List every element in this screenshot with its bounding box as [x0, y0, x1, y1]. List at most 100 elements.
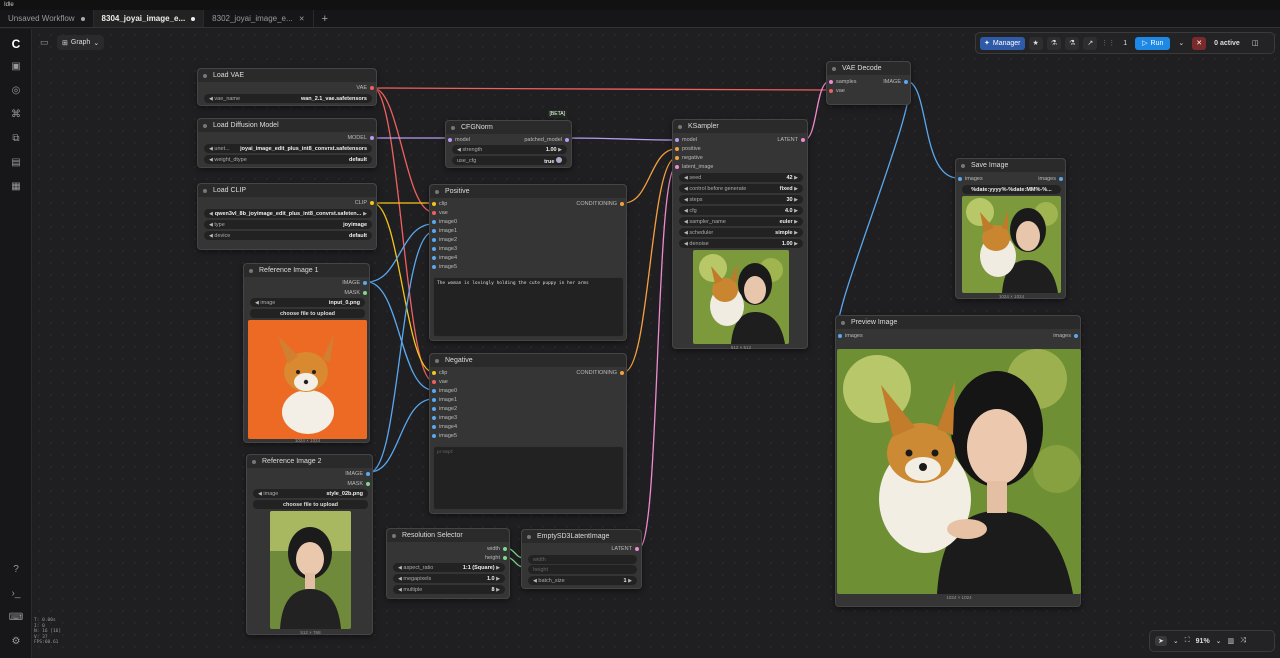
run-options-chevron-icon[interactable]: ⌄	[1174, 37, 1188, 50]
drag-handle-icon[interactable]: ⋮⋮	[1101, 39, 1115, 47]
output-height[interactable]: height	[485, 555, 507, 561]
steps-input[interactable]: ◀ steps 30 ▶	[679, 195, 803, 204]
node-preview-image[interactable]: Preview Image images images 1024 × 1024	[835, 315, 1081, 607]
input-image0[interactable]: image0	[432, 219, 457, 225]
input-clip[interactable]: clip	[432, 201, 447, 207]
node-collapse-icon[interactable]	[678, 124, 682, 129]
unet-name-select[interactable]: ◀ unet... joyai_image_edit_plus_int8_conv…	[204, 144, 372, 153]
cancel-run-icon[interactable]: ✕	[1192, 36, 1207, 50]
node-collapse-icon[interactable]	[435, 358, 439, 363]
node-load-clip[interactable]: Load CLIP CLIP ◀ qwen3vl_8b_joyimage_edit…	[197, 183, 377, 250]
output-mask[interactable]: MASK	[347, 481, 370, 487]
output-conditioning[interactable]: CONDITIONING	[576, 201, 624, 207]
right-panel-icon[interactable]: ◫	[1248, 37, 1263, 50]
vae-name-select[interactable]: ◀ vae_name wan_2.1_vae.safetensors	[204, 94, 372, 103]
node-collapse-icon[interactable]	[392, 533, 396, 538]
input-samples[interactable]: samples	[829, 79, 856, 85]
use-cfg-toggle[interactable]: use_cfg true	[452, 156, 567, 165]
output-clip[interactable]: CLIP	[355, 200, 374, 206]
filename-prefix-input[interactable]: %date:yyyy%-%date:MM%-%...	[962, 185, 1061, 194]
multiple-input[interactable]: ◀ multiple 8 ▶	[393, 585, 505, 594]
input-vae[interactable]: vae	[829, 88, 845, 94]
queue-icon[interactable]: ▤	[8, 155, 24, 169]
node-collapse-icon[interactable]	[252, 459, 256, 464]
node-collapse-icon[interactable]	[203, 188, 207, 193]
node-collapse-icon[interactable]	[203, 73, 207, 78]
output-image[interactable]: IMAGE	[342, 280, 367, 286]
output-model[interactable]: MODEL	[347, 135, 374, 141]
manager-button[interactable]: ✦ Manager	[980, 36, 1025, 50]
queue-count-input[interactable]: 1	[1119, 37, 1131, 50]
input-negative[interactable]: negative	[675, 155, 703, 161]
seed-input[interactable]: ◀ seed 42 ▶	[679, 173, 803, 182]
terminal-icon[interactable]: ›_	[8, 586, 24, 600]
active-queue-label[interactable]: 0 active	[1210, 37, 1244, 50]
panel-toggle-icon[interactable]: ▭	[40, 37, 49, 48]
new-tab-icon[interactable]: +	[314, 10, 336, 27]
input-vae[interactable]: vae	[432, 379, 448, 385]
clip-device-select[interactable]: ◀ device default	[204, 231, 372, 240]
node-resolution-selector[interactable]: Resolution Selector width height ◀ aspec…	[386, 528, 510, 599]
node-negative-prompt[interactable]: Negative clip vae image0 image1 image2 i…	[429, 353, 627, 514]
output-images[interactable]: images	[1038, 176, 1063, 182]
input-image4[interactable]: image4	[432, 424, 457, 430]
share-icon[interactable]: ↗	[1083, 36, 1098, 50]
node-collapse-icon[interactable]	[203, 123, 207, 128]
upload-button[interactable]: choose file to upload	[253, 500, 368, 509]
prompt-textarea[interactable]: The woman is lovingly holding the cute p…	[433, 277, 624, 337]
graph-mode-button[interactable]: ⊞ Graph ⌄	[57, 35, 105, 50]
batch-size-input[interactable]: ◀ batch_size 1 ▶	[528, 576, 637, 585]
images-icon[interactable]: ▣	[8, 59, 24, 73]
control-before-generate-select[interactable]: ◀ control before generate fixed ▶	[679, 184, 803, 193]
input-vae[interactable]: vae	[432, 210, 448, 216]
aspect-ratio-select[interactable]: ◀ aspect_ratio 1:1 (Square) ▶	[393, 563, 505, 572]
fit-view-icon[interactable]: ⛶	[1185, 637, 1190, 645]
node-load-diffusion-model[interactable]: Load Diffusion Model MODEL ◀ unet... joya…	[197, 118, 377, 168]
templates-icon[interactable]: ▦	[8, 179, 24, 193]
comfy-logo-icon[interactable]: C	[8, 37, 24, 51]
input-model[interactable]: model	[675, 137, 697, 143]
scheduler-select[interactable]: ◀ scheduler simple ▶	[679, 228, 803, 237]
input-image2[interactable]: image2	[432, 406, 457, 412]
sampler-name-select[interactable]: ◀ sampler_name euler ▶	[679, 217, 803, 226]
weight-dtype-select[interactable]: ◀ weight_dtype default	[204, 155, 372, 164]
upload-button[interactable]: choose file to upload	[250, 309, 365, 318]
input-image3[interactable]: image3	[432, 246, 457, 252]
chevron-down-icon[interactable]: ⌄	[1173, 637, 1179, 645]
output-images[interactable]: images	[1053, 333, 1078, 339]
star-icon[interactable]: ★	[1028, 36, 1043, 50]
flask-alt-icon[interactable]: ⚗	[1065, 36, 1080, 50]
flask-icon[interactable]: ⚗	[1046, 36, 1062, 50]
output-vae[interactable]: VAE	[356, 85, 374, 91]
input-image2[interactable]: image2	[432, 237, 457, 243]
node-vae-decode[interactable]: VAE Decode samples vae IMAGE	[826, 61, 911, 105]
clip-name-select[interactable]: ◀ qwen3vl_8b_joyimage_edit_plus_int8_conv…	[204, 209, 372, 218]
node-collapse-icon[interactable]	[527, 534, 531, 539]
node-collapse-icon[interactable]	[961, 163, 965, 168]
node-collapse-icon[interactable]	[249, 268, 253, 273]
node-reference-image-1[interactable]: Reference Image 1 IMAGE MASK ◀ image inpu…	[243, 263, 370, 443]
close-icon[interactable]: ✕	[299, 15, 305, 23]
input-image0[interactable]: image0	[432, 388, 457, 394]
node-cfgnorm[interactable]: CFGNorm [BETA] model patched_model ◀ str…	[445, 110, 572, 168]
denoise-input[interactable]: ◀ denoise 1.00 ▶	[679, 239, 803, 248]
input-model[interactable]: model	[448, 137, 470, 143]
output-patched-model[interactable]: patched_model	[524, 137, 569, 143]
input-images[interactable]: images	[958, 176, 983, 182]
output-mask[interactable]: MASK	[344, 290, 367, 296]
output-image[interactable]: IMAGE	[345, 471, 370, 477]
output-conditioning[interactable]: CONDITIONING	[576, 370, 624, 376]
tab-8302-joyai[interactable]: 8302_joyai_image_e... ✕	[204, 10, 314, 27]
tab-8304-joyai[interactable]: 8304_joyai_image_e...	[93, 10, 205, 27]
clip-type-select[interactable]: ◀ type joyimage	[204, 220, 372, 229]
input-clip[interactable]: clip	[432, 370, 447, 376]
node-collapse-icon[interactable]	[435, 189, 439, 194]
nodes-library-icon[interactable]: ⌘	[8, 107, 24, 121]
zoom-level[interactable]: 91%	[1196, 638, 1210, 645]
node-ksampler[interactable]: KSampler model positive negative latent_…	[672, 119, 808, 350]
node-collapse-icon[interactable]	[841, 320, 845, 325]
image-select[interactable]: ◀ image style_02b.png	[253, 489, 368, 498]
output-latent[interactable]: LATENT	[777, 137, 805, 143]
input-image5[interactable]: image5	[432, 264, 457, 270]
run-button[interactable]: ▷ Run	[1135, 36, 1171, 50]
